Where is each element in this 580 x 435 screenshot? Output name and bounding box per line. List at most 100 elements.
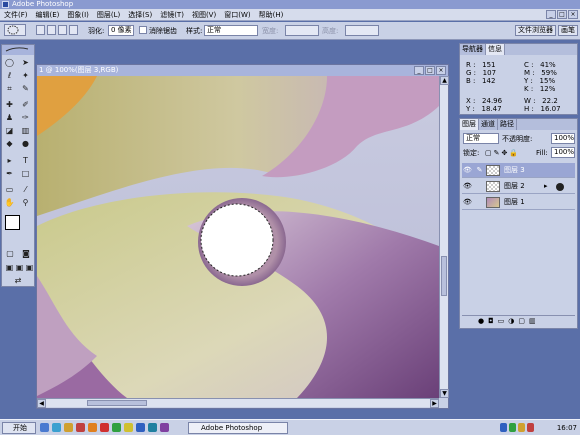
lock-icons[interactable]: ▢✎✥🔒	[485, 149, 520, 157]
layer-row-2[interactable]: 👁 图层 2 ▸	[462, 179, 575, 194]
new-layer-icon[interactable]: ▢	[518, 316, 525, 326]
start-button[interactable]: 开始	[2, 422, 36, 434]
doc-minimize-button[interactable]: _	[414, 66, 424, 75]
intersect-selection-button[interactable]	[69, 25, 78, 35]
outlook-icon[interactable]	[64, 423, 73, 432]
layer-name[interactable]: 图层 2	[504, 179, 525, 194]
menu-view[interactable]: 视图(V)	[188, 9, 220, 21]
notes-tool[interactable]: ▭	[4, 184, 15, 195]
vertical-scroll-thumb[interactable]	[441, 256, 447, 296]
menu-filter[interactable]: 滤镜(T)	[156, 9, 188, 21]
screen-mode-full[interactable]: ▣	[24, 262, 35, 273]
history-brush-tool[interactable]: ✑	[20, 112, 31, 123]
expand-triangle-icon[interactable]: ▸	[544, 179, 548, 194]
feather-input[interactable]: 0 像素	[108, 25, 134, 36]
doc-close-button[interactable]: ×	[436, 66, 446, 75]
taskbar-item-photoshop[interactable]: Adobe Photoshop	[188, 422, 288, 434]
add-selection-button[interactable]	[47, 25, 56, 35]
app-icon-3[interactable]	[136, 423, 145, 432]
tray-icon-2[interactable]	[509, 423, 516, 432]
firefox-icon[interactable]	[88, 423, 97, 432]
style-select[interactable]: 正常	[204, 25, 258, 36]
ie-icon[interactable]	[52, 423, 61, 432]
layer-effects-icon[interactable]	[556, 183, 564, 191]
menu-file[interactable]: 文件(F)	[0, 9, 32, 21]
app-icon-1[interactable]	[100, 423, 109, 432]
opacity-input[interactable]: 100%	[551, 133, 575, 144]
zoom-tool[interactable]: ⚲	[20, 197, 31, 208]
quick-mask-button[interactable]: ◙	[20, 248, 32, 259]
foreground-color-swatch[interactable]	[5, 215, 20, 230]
dodge-tool[interactable]: ●	[20, 138, 31, 149]
desktop-icon[interactable]	[40, 423, 49, 432]
tab-channels[interactable]: 通道	[479, 119, 498, 130]
app-icon-2[interactable]	[112, 423, 121, 432]
media-icon[interactable]	[76, 423, 85, 432]
tray-icon-1[interactable]	[500, 423, 507, 432]
height-input[interactable]	[345, 25, 379, 36]
folder-icon[interactable]	[124, 423, 133, 432]
tool-preset-button[interactable]	[4, 24, 26, 36]
menu-image[interactable]: 图象(I)	[63, 9, 93, 21]
app-icon-5[interactable]	[160, 423, 169, 432]
blend-mode-select[interactable]: 正常	[463, 133, 499, 144]
eraser-tool[interactable]: ◪	[4, 125, 15, 136]
add-mask-icon[interactable]: ◘	[488, 316, 494, 326]
menu-edit[interactable]: 编辑(E)	[32, 9, 64, 21]
menu-select[interactable]: 选择(S)	[124, 9, 156, 21]
shape-tool[interactable]: □	[20, 168, 31, 179]
blur-tool[interactable]: ◆	[4, 138, 15, 149]
image-canvas[interactable]	[37, 76, 439, 398]
delete-layer-icon[interactable]: ▥	[529, 316, 536, 326]
hand-tool[interactable]: ✋	[4, 197, 15, 208]
type-tool[interactable]: T	[20, 155, 31, 166]
path-selection-tool[interactable]: ▸	[4, 155, 15, 166]
layer-row-1[interactable]: 👁 图层 1	[462, 195, 575, 210]
scroll-right-arrow[interactable]: ▶	[430, 399, 439, 408]
close-button[interactable]: ×	[568, 10, 578, 19]
tray-icon-4[interactable]	[527, 423, 534, 432]
antialias-checkbox[interactable]	[139, 26, 147, 34]
marquee-tool[interactable]: ◯	[4, 57, 15, 68]
tab-layers[interactable]: 图层	[460, 119, 479, 130]
horizontal-scrollbar[interactable]: ◀ ▶	[37, 398, 439, 408]
menu-help[interactable]: 帮助(H)	[255, 9, 288, 21]
subtract-selection-button[interactable]	[58, 25, 67, 35]
magic-wand-tool[interactable]: ✦	[20, 70, 31, 81]
scroll-left-arrow[interactable]: ◀	[37, 399, 46, 408]
pen-tool[interactable]: ✒	[4, 168, 15, 179]
tray-icon-3[interactable]	[518, 423, 525, 432]
brush-tool[interactable]: ✐	[20, 99, 31, 110]
horizontal-scroll-thumb[interactable]	[87, 400, 147, 406]
visibility-eye-icon[interactable]: 👁	[463, 182, 472, 191]
new-set-icon[interactable]: ▭	[498, 316, 505, 326]
healing-brush-tool[interactable]: ✚	[4, 99, 15, 110]
tab-navigator[interactable]: 导航器	[460, 44, 486, 55]
clone-stamp-tool[interactable]: ♟	[4, 112, 15, 123]
scroll-up-arrow[interactable]: ▲	[440, 76, 449, 85]
crop-tool[interactable]: ⌗	[4, 83, 15, 94]
brushes-tab[interactable]: 画笔	[558, 25, 578, 36]
tab-info[interactable]: 信息	[486, 44, 505, 55]
move-tool[interactable]: ➤	[20, 57, 31, 68]
width-input[interactable]	[285, 25, 319, 36]
slice-tool[interactable]: ✎	[20, 83, 31, 94]
standard-mode-button[interactable]: ▢	[4, 248, 16, 259]
menu-layer[interactable]: 图层(L)	[93, 9, 124, 21]
maximize-button[interactable]: □	[557, 10, 567, 19]
doc-maximize-button[interactable]: □	[425, 66, 435, 75]
layer-name[interactable]: 图层 1	[504, 195, 525, 210]
visibility-eye-icon[interactable]: 👁	[463, 198, 472, 207]
scroll-down-arrow[interactable]: ▼	[440, 389, 449, 398]
minimize-button[interactable]: _	[546, 10, 556, 19]
tab-paths[interactable]: 路径	[498, 119, 517, 130]
add-style-icon[interactable]: ●	[478, 316, 484, 326]
fill-input[interactable]: 100%	[551, 147, 575, 158]
app-icon-4[interactable]	[148, 423, 157, 432]
visibility-eye-icon[interactable]: 👁	[463, 166, 472, 175]
layer-name[interactable]: 图层 3	[504, 163, 525, 178]
adjustment-layer-icon[interactable]: ◑	[508, 316, 514, 326]
menu-window[interactable]: 窗口(W)	[220, 9, 254, 21]
vertical-scrollbar[interactable]: ▲ ▼	[439, 76, 449, 398]
lasso-tool[interactable]: ℓ	[4, 70, 15, 81]
